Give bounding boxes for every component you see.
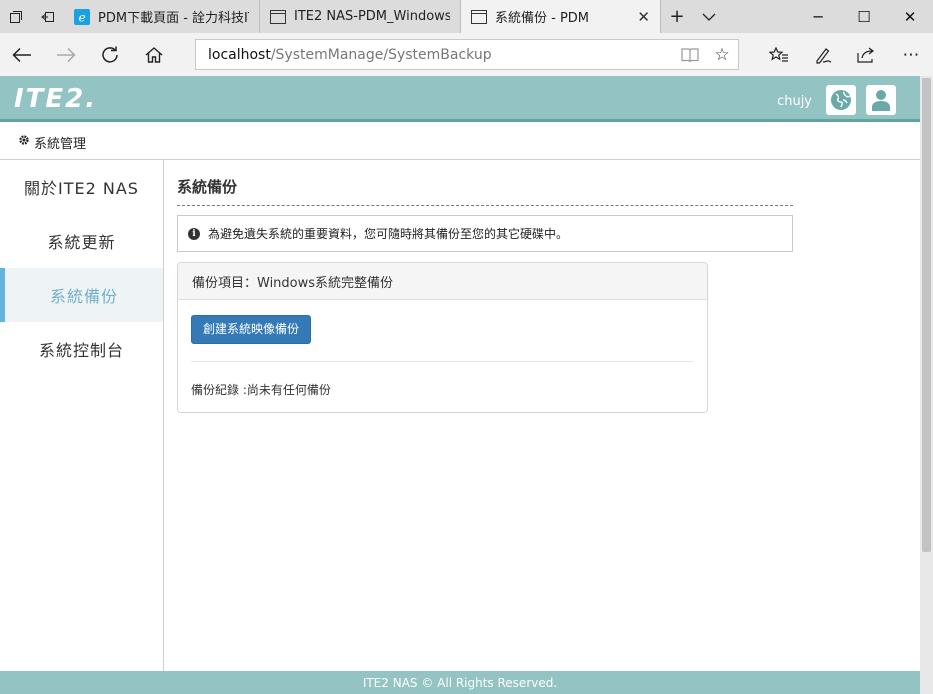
tab-title: PDM下載頁面 - 詮力科技ITE <box>98 11 249 26</box>
alert-text: 為避免遺失系統的重要資料，您可隨時將其備份至您的其它硬碟中。 <box>208 227 569 241</box>
panel-heading: 備份項目：Windows系統完整備份 <box>178 263 707 300</box>
ite2-logo[interactable]: ITE2. <box>14 84 97 114</box>
scrollbar-thumb[interactable] <box>922 78 931 552</box>
forward-arrow-icon[interactable] <box>44 33 88 76</box>
sidebar: 關於ITE2 NAS 系統更新 系統備份 系統控制台 <box>0 160 164 671</box>
info-icon: i <box>188 227 200 240</box>
sidebar-item-label: 系統控制台 <box>38 341 124 360</box>
breadcrumb-label[interactable]: 系統管理 <box>34 133 86 152</box>
sidebar-item-about[interactable]: 關於ITE2 NAS <box>0 160 163 214</box>
url-path: /SystemManage/SystemBackup <box>270 46 492 63</box>
tab-pdm-download[interactable]: e PDM下載頁面 - 詮力科技ITE <box>64 0 260 33</box>
user-profile-icon[interactable] <box>866 85 896 115</box>
main-content: 系統備份 i 為避免遺失系統的重要資料，您可隨時將其備份至您的其它硬碟中。 備份… <box>177 160 793 413</box>
vertical-scrollbar[interactable] <box>920 76 933 694</box>
gear-icon <box>18 134 30 150</box>
share-icon[interactable] <box>845 33 889 76</box>
back-arrow-icon[interactable] <box>0 33 44 76</box>
breadcrumb: 系統管理 <box>0 125 920 160</box>
edge-icon: e <box>74 8 90 25</box>
panel-body: 創建系統映像備份 備份紀錄 :尚未有任何備份 <box>178 300 707 412</box>
tab-manager-icon[interactable] <box>0 0 32 33</box>
globe-icon[interactable] <box>826 85 856 115</box>
chevron-down-icon[interactable] <box>693 0 725 33</box>
window-controls: ─ ☐ ✕ <box>795 0 933 33</box>
tab-title: 系統備份 - PDM <box>495 11 590 26</box>
minimize-icon[interactable]: ─ <box>795 0 841 33</box>
close-tab-icon[interactable]: ✕ <box>627 8 650 26</box>
sidebar-item-system-update[interactable]: 系統更新 <box>0 214 163 268</box>
sidebar-item-label: 系統備份 <box>49 287 118 306</box>
maximize-icon[interactable]: ☐ <box>841 0 887 33</box>
home-icon[interactable] <box>132 33 176 76</box>
sidebar-item-system-backup[interactable]: 系統備份 <box>0 268 163 322</box>
sidebar-item-system-console[interactable]: 系統控制台 <box>0 322 163 376</box>
divider <box>191 361 693 362</box>
backup-record: 備份紀錄 :尚未有任何備份 <box>191 383 331 397</box>
tab-title: ITE2 NAS-PDM_Windows 10 <box>294 9 450 24</box>
backup-panel: 備份項目：Windows系統完整備份 創建系統映像備份 備份紀錄 :尚未有任何備… <box>177 262 708 413</box>
reading-view-icon[interactable] <box>674 45 706 65</box>
new-tab-icon[interactable]: + <box>661 0 693 33</box>
address-bar[interactable]: localhost/SystemManage/SystemBackup ☆ <box>195 39 739 70</box>
sidebar-item-label: 系統更新 <box>47 233 116 252</box>
page-title: 系統備份 <box>177 176 793 206</box>
tab-ite2-nas[interactable]: ITE2 NAS-PDM_Windows 10 <box>260 0 461 33</box>
favorite-star-icon[interactable]: ☆ <box>706 45 738 65</box>
favorites-list-icon[interactable] <box>757 33 801 76</box>
browser-tab-bar: e PDM下載頁面 - 詮力科技ITE ITE2 NAS-PDM_Windows… <box>0 0 933 33</box>
tab-system-backup[interactable]: 系統備份 - PDM ✕ <box>461 0 661 33</box>
url-host: localhost <box>208 46 271 63</box>
footer: ITE2 NAS © All Rights Reserved. <box>0 671 920 694</box>
page-icon <box>471 9 487 25</box>
sidebar-item-label: 關於ITE2 NAS <box>24 179 139 198</box>
browser-nav-bar: localhost/SystemManage/SystemBackup ☆ ⋯ <box>0 33 933 76</box>
info-alert: i 為避免遺失系統的重要資料，您可隨時將其備份至您的其它硬碟中。 <box>177 215 793 252</box>
create-system-image-button[interactable]: 創建系統映像備份 <box>191 315 312 344</box>
set-aside-tabs-icon[interactable] <box>32 0 64 33</box>
page-icon <box>270 9 286 25</box>
username[interactable]: chujy <box>777 94 812 109</box>
app-header: ITE2. chujy <box>0 76 920 122</box>
svg-text:e: e <box>78 10 85 24</box>
pen-notes-icon[interactable] <box>801 33 845 76</box>
more-options-icon[interactable]: ⋯ <box>889 33 933 76</box>
refresh-icon[interactable] <box>88 33 132 76</box>
window-close-icon[interactable]: ✕ <box>887 0 933 33</box>
